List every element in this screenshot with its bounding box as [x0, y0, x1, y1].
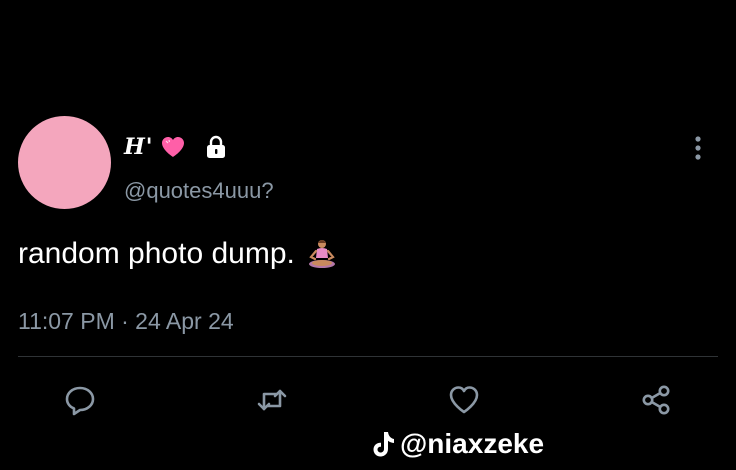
reply-icon — [65, 386, 95, 416]
more-vertical-icon — [695, 136, 701, 160]
pink-heart-icon — [160, 136, 186, 158]
avatar[interactable] — [18, 116, 111, 209]
divider — [18, 356, 718, 357]
retweet-button[interactable] — [250, 378, 294, 422]
like-button[interactable] — [442, 378, 486, 422]
share-button[interactable] — [634, 378, 678, 422]
reply-button[interactable] — [58, 378, 102, 422]
tweet-body: random photo dump. — [18, 237, 339, 271]
lock-icon — [204, 135, 228, 159]
user-handle[interactable]: @quotes4uuu? — [124, 178, 274, 204]
heart-icon — [449, 386, 479, 414]
timestamp[interactable]: 11:07 PM · 24 Apr 24 — [18, 308, 234, 335]
name-row: H' — [124, 134, 228, 160]
more-options-button[interactable] — [690, 134, 706, 162]
display-name[interactable]: H' — [124, 134, 154, 160]
tiktok-icon — [370, 429, 396, 459]
meditating-person-icon — [305, 237, 339, 271]
watermark: @niaxzeke — [370, 428, 544, 460]
retweet-icon — [257, 389, 287, 411]
share-icon — [642, 385, 670, 415]
watermark-text: @niaxzeke — [400, 428, 545, 459]
tweet-text: random photo dump. — [18, 237, 295, 270]
